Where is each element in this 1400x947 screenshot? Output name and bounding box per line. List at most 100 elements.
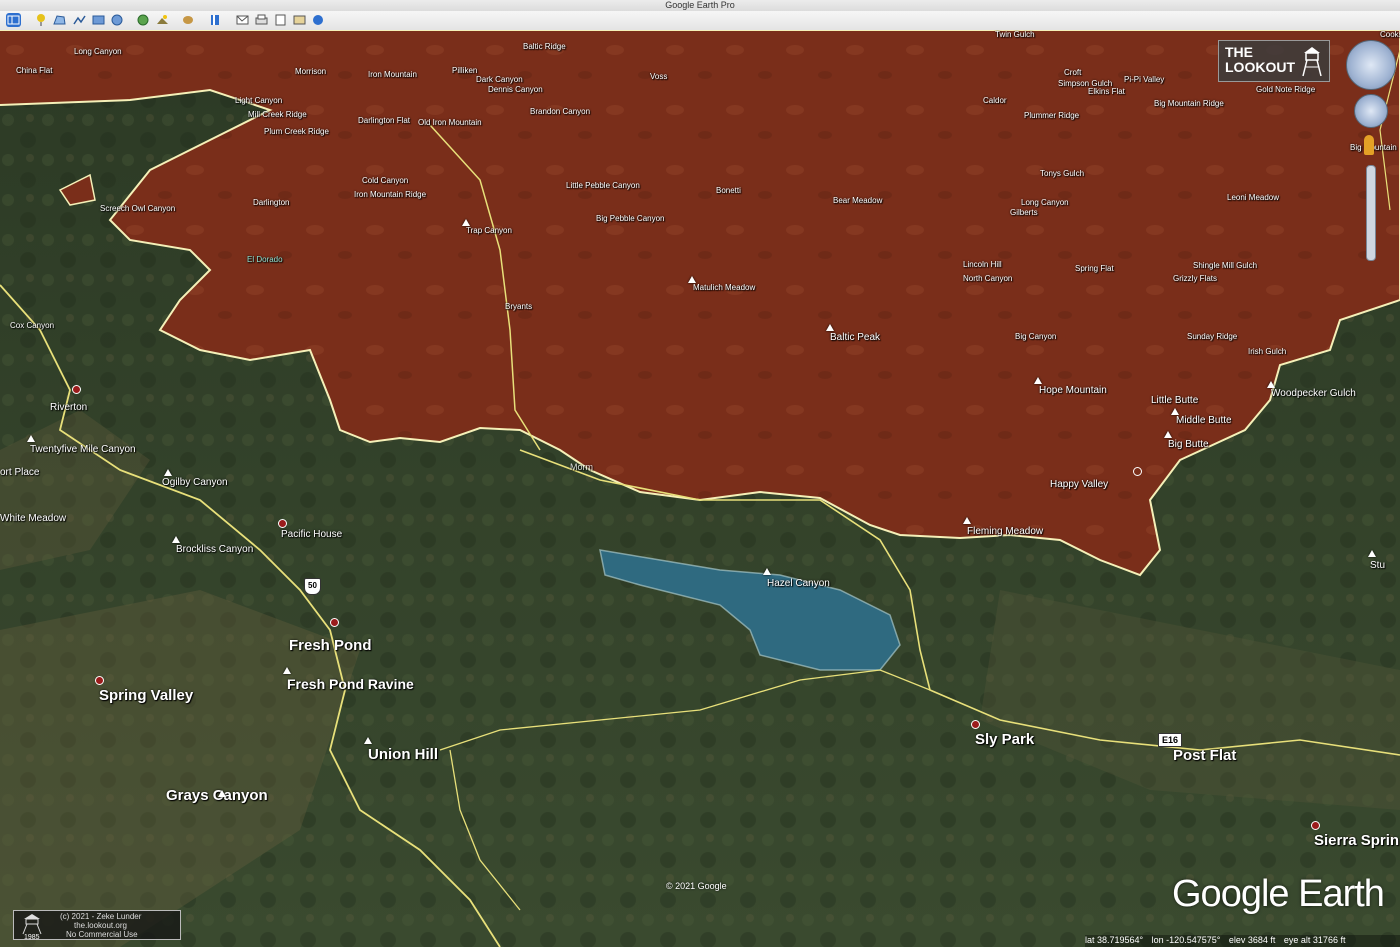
place-label: Darlington Flat <box>358 116 411 125</box>
place-label: Brockliss Canyon <box>176 544 254 555</box>
peak-marker-icon <box>462 219 470 226</box>
google-maps-icon[interactable] <box>311 13 326 27</box>
email-icon[interactable] <box>235 13 250 27</box>
place-label: Happy Valley <box>1050 479 1109 490</box>
town-marker-icon <box>971 720 980 729</box>
place-label: Dark Canyon <box>476 75 523 84</box>
place-label: Matulich Meadow <box>693 283 756 292</box>
peak-marker-icon <box>1164 431 1172 438</box>
imagery-copyright: © 2021 Google <box>666 881 727 891</box>
place-label: Fresh Pond Ravine <box>287 676 414 692</box>
place-label: China Flat <box>16 66 53 75</box>
peak-marker-icon <box>963 517 971 524</box>
place-label: ort Place <box>0 467 40 478</box>
place-label: Pi-Pi Valley <box>1124 75 1165 84</box>
eye-altitude-readout: eye alt 31766 ft <box>1283 935 1346 945</box>
place-label: Bryants <box>505 302 533 311</box>
place-label: Fleming Meadow <box>967 526 1044 537</box>
place-label: Hope Mountain <box>1039 385 1107 396</box>
county-road-shield: E16 <box>1158 733 1183 747</box>
peak-marker-icon <box>164 469 172 476</box>
print-icon[interactable] <box>254 13 269 27</box>
place-label: Iron Mountain <box>368 70 417 79</box>
sun-icon[interactable] <box>155 13 170 27</box>
place-label: Elkins Flat <box>1088 87 1125 96</box>
place-label: Gold Note Ridge <box>1256 85 1316 94</box>
place-label: Dennis Canyon <box>488 85 543 94</box>
place-label: Stu <box>1370 560 1386 571</box>
place-label: Long Canyon <box>74 47 122 56</box>
place-label: Cooks <box>1380 30 1400 39</box>
town-marker-icon <box>278 519 287 528</box>
peak-marker-icon <box>1034 377 1042 384</box>
place-label: Sunday Ridge <box>1187 332 1238 341</box>
place-label: El Dorado <box>247 255 283 264</box>
peak-marker-icon <box>688 276 696 283</box>
place-label: Pacific House <box>281 529 343 540</box>
place-label: Riverton <box>50 402 88 413</box>
place-label: Screech Owl Canyon <box>100 204 176 213</box>
place-label: Long Canyon <box>1021 198 1069 207</box>
watermark: (c) 2021 - Zeke Lunder the.lookout.org N… <box>13 910 181 941</box>
place-label: Old Iron Mountain <box>418 118 482 127</box>
historical-imagery-icon[interactable] <box>136 13 151 27</box>
place-label: Caldor <box>983 96 1007 105</box>
place-label: Little Pebble Canyon <box>566 181 640 190</box>
place-label: Tonys Gulch <box>1040 169 1085 178</box>
street-view-pegman-icon[interactable] <box>1364 135 1374 155</box>
town-marker-icon <box>1133 467 1142 476</box>
peak-marker-icon <box>364 737 372 744</box>
place-label: Sly Park <box>975 731 1035 748</box>
planets-icon[interactable] <box>181 13 196 27</box>
map-view[interactable]: Long Canyon China Flat Morrison Iron Mou… <box>0 30 1400 947</box>
path-icon[interactable] <box>72 13 87 27</box>
peak-marker-icon <box>283 667 291 674</box>
place-label: Hazel Canyon <box>767 578 830 589</box>
place-label: Little Butte <box>1151 395 1199 406</box>
place-label: Light Canyon <box>235 96 283 105</box>
place-label: Morrison <box>295 67 327 76</box>
town-marker-icon <box>330 618 339 627</box>
peak-marker-icon <box>27 435 35 442</box>
place-label: Union Hill <box>368 746 438 763</box>
lookout-logo: THE LOOKOUT <box>1218 40 1330 82</box>
place-label: Spring Flat <box>1075 264 1114 273</box>
place-label: Mill Creek Ridge <box>248 110 307 119</box>
place-label: Baltic Ridge <box>523 42 566 51</box>
latitude-readout: lat 38.719564° <box>1085 935 1144 945</box>
place-label: Croft <box>1064 68 1082 77</box>
move-joystick[interactable] <box>1354 94 1388 128</box>
peak-marker-icon <box>172 536 180 543</box>
place-label: Big Mountain Ridge <box>1154 99 1224 108</box>
peak-marker-icon <box>1171 408 1179 415</box>
polygon-icon[interactable] <box>52 13 67 27</box>
placemark-icon[interactable] <box>34 13 49 27</box>
map-view-icon[interactable] <box>292 13 307 27</box>
place-label: Fresh Pond <box>289 637 372 654</box>
sidebar-icon[interactable] <box>6 13 21 27</box>
toolbar <box>0 11 1400 31</box>
place-label: Leoni Meadow <box>1227 193 1280 202</box>
place-label: Bonetti <box>716 186 741 195</box>
place-label: Trap Canyon <box>466 226 512 235</box>
town-marker-icon <box>1311 821 1320 830</box>
peak-marker-icon <box>218 790 226 797</box>
save-image-icon[interactable] <box>273 13 288 27</box>
place-label: Woodpecker Gulch <box>1271 388 1356 399</box>
overlay-icon[interactable] <box>91 13 106 27</box>
place-label: Pilliken <box>452 66 478 75</box>
place-label: Brandon Canyon <box>530 107 591 116</box>
place-label: Voss <box>650 72 668 81</box>
status-bar: lat 38.719564° lon -120.547575° elev 368… <box>1085 935 1400 947</box>
place-label: Big Pebble Canyon <box>596 214 665 223</box>
place-label: Middle Butte <box>1176 415 1232 426</box>
place-label: Gilberts <box>1010 208 1038 217</box>
look-joystick[interactable] <box>1346 40 1396 90</box>
place-label: Morm <box>570 462 593 472</box>
tour-icon[interactable] <box>110 13 125 27</box>
ruler-icon[interactable] <box>208 13 223 27</box>
place-label: Cox Canyon <box>10 321 55 330</box>
place-label: North Canyon <box>963 274 1013 283</box>
place-label: Darlington <box>253 198 290 207</box>
zoom-slider[interactable] <box>1366 165 1376 261</box>
